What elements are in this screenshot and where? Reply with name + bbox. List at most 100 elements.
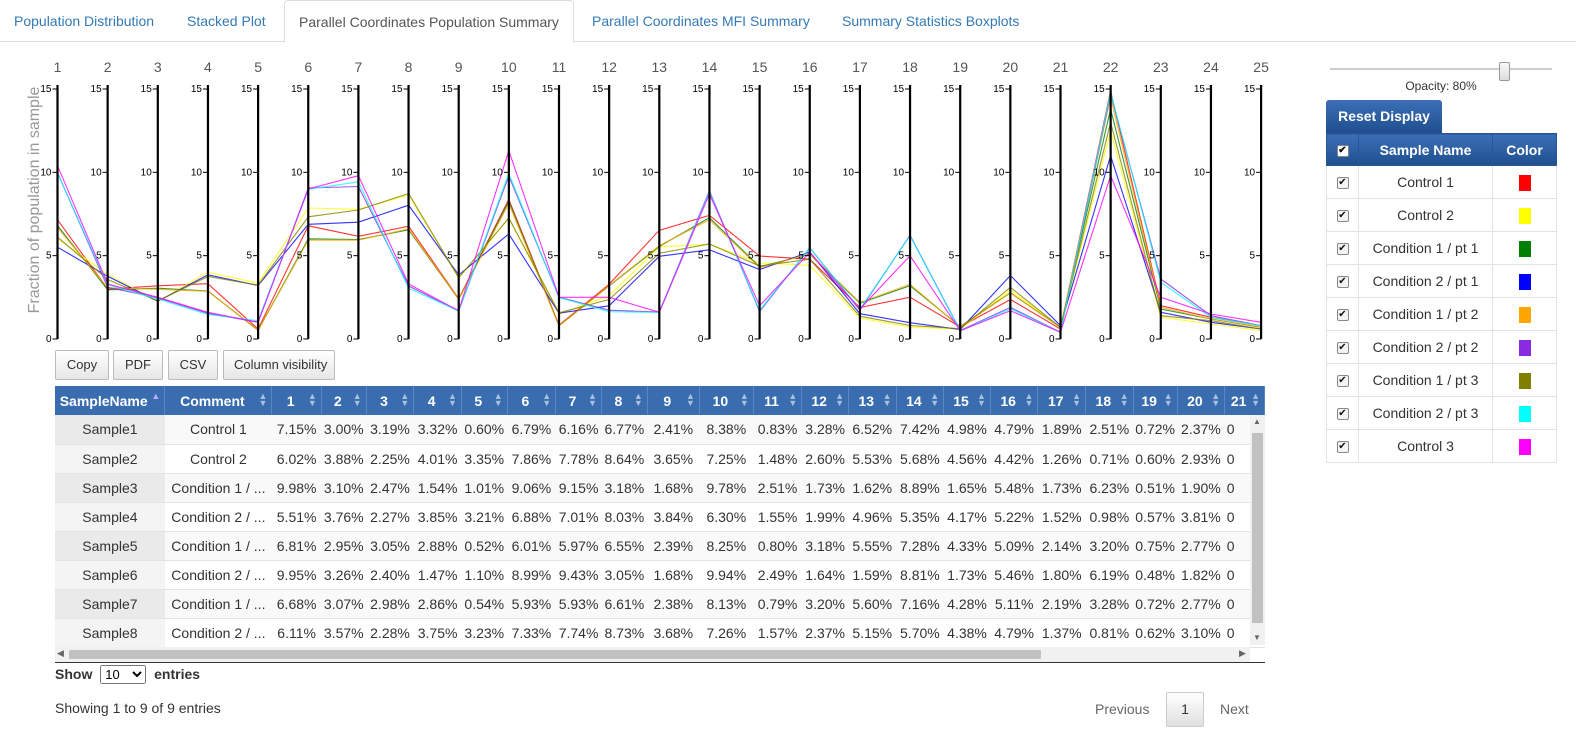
previous-page-button[interactable]: Previous [1082, 692, 1162, 726]
sort-icon[interactable]: ▲ ▼ [1025, 392, 1034, 408]
sort-icon[interactable]: ▲ ▼ [1211, 392, 1220, 408]
column-header-19[interactable]: 19 ▲ ▼ [1133, 386, 1178, 415]
axis-18[interactable]: 18 0 5 10 15 [893, 59, 918, 345]
column-header-21[interactable]: 21 ▲ ▼ [1224, 386, 1265, 415]
sort-icon[interactable]: ▲ ▼ [542, 392, 551, 408]
sample-visibility-checkbox[interactable]: ✔ [1336, 276, 1349, 289]
sort-icon[interactable]: ▲ ▼ [634, 392, 643, 408]
sort-icon[interactable]: ▲ ▼ [494, 392, 503, 408]
table-vertical-scrollbar[interactable]: ▲ ▼ [1250, 415, 1265, 645]
column-header-7[interactable]: 7 ▲ ▼ [555, 386, 602, 415]
page-length-select[interactable]: 10 [100, 665, 147, 684]
color-swatch[interactable] [1518, 240, 1531, 257]
color-swatch[interactable] [1518, 207, 1531, 224]
axis-7[interactable]: 7 0 5 10 15 [341, 59, 362, 345]
sort-icon[interactable]: ▲ ▼ [1251, 392, 1260, 408]
sort-icon[interactable]: ▲ ▼ [686, 392, 695, 408]
sample-visibility-checkbox[interactable]: ✔ [1336, 243, 1349, 256]
sort-icon[interactable]: ▲ ▼ [1164, 392, 1173, 408]
column-header-20[interactable]: 20 ▲ ▼ [1177, 386, 1226, 415]
next-page-button[interactable]: Next [1208, 692, 1261, 726]
column-header-8[interactable]: 8 ▲ ▼ [601, 386, 648, 415]
scroll-left-arrow-icon[interactable]: ◀ [57, 648, 64, 659]
axis-24[interactable]: 24 0 5 10 15 [1194, 59, 1219, 345]
sort-icon[interactable]: ▲ ▼ [930, 392, 939, 408]
axis-15[interactable]: 15 0 5 10 15 [742, 59, 767, 345]
column-header-12[interactable]: 12 ▲ ▼ [801, 386, 849, 415]
sort-icon[interactable]: ▲ ▼ [740, 392, 749, 408]
tab-parallel-coordinates-population-summary[interactable]: Parallel Coordinates Population Summary [284, 0, 574, 43]
color-swatch[interactable] [1518, 339, 1531, 356]
legend-row[interactable]: ✔ Control 1 [1326, 165, 1557, 199]
color-swatch[interactable] [1518, 372, 1531, 389]
axis-19[interactable]: 19 0 5 10 15 [943, 59, 968, 345]
sort-icon[interactable]: ▲ ▼ [977, 392, 986, 408]
table-horizontal-scrollbar[interactable]: ◀ ▶ [55, 647, 1250, 662]
sort-icon[interactable]: ▲ ▼ [1120, 392, 1129, 408]
sort-icon[interactable]: ▲ ▼ [400, 392, 409, 408]
color-swatch[interactable] [1518, 273, 1531, 290]
axis-6[interactable]: 6 0 5 10 15 [291, 59, 312, 345]
scroll-down-arrow-icon[interactable]: ▼ [1253, 633, 1261, 642]
column-header-comment[interactable]: Comment ▲ ▼ [164, 386, 273, 415]
csv-button[interactable]: CSV [168, 350, 218, 380]
axis-10[interactable]: 10 0 5 10 15 [492, 59, 517, 345]
color-swatch[interactable] [1518, 405, 1531, 422]
column-header-16[interactable]: 16 ▲ ▼ [990, 386, 1039, 415]
sort-icon[interactable]: ▲ ▼ [353, 392, 362, 408]
sort-icon[interactable]: ▲ [151, 392, 160, 407]
legend-row[interactable]: ✔ Condition 2 / pt 3 [1326, 396, 1557, 430]
sort-icon[interactable]: ▲ ▼ [448, 392, 457, 408]
sample-visibility-checkbox[interactable]: ✔ [1336, 408, 1349, 421]
column-header-samplename[interactable]: SampleName ▲ [55, 386, 166, 415]
sample-visibility-checkbox[interactable]: ✔ [1336, 210, 1349, 223]
table-row[interactable]: Sample1 Control 1 7.15% 3.00% 3.19% 3.32% 0.60… [55, 415, 1265, 445]
axis-2[interactable]: 2 0 5 10 15 [91, 59, 112, 345]
sample-visibility-checkbox[interactable]: ✔ [1336, 375, 1349, 388]
axis-21[interactable]: 21 0 5 10 15 [1043, 59, 1068, 345]
axis-3[interactable]: 3 0 5 10 15 [141, 59, 162, 345]
column-header-3[interactable]: 3 ▲ ▼ [366, 386, 415, 415]
table-row[interactable]: Sample6 Condition 2 / ... 9.95% 3.26% 2.40% 1… [55, 560, 1265, 590]
vertical-scroll-thumb[interactable] [1252, 433, 1263, 623]
column-header-18[interactable]: 18 ▲ ▼ [1085, 386, 1134, 415]
legend-row[interactable]: ✔ Condition 2 / pt 1 [1326, 264, 1557, 298]
axis-1[interactable]: 1051015 [40, 59, 61, 345]
table-row[interactable]: Sample5 Condition 1 / ... 6.81% 2.95% 3.05% 2… [55, 531, 1265, 561]
legend-row[interactable]: ✔ Condition 1 / pt 2 [1326, 297, 1557, 331]
tab-summary-statistics-boxplots[interactable]: Summary Statistics Boxplots [828, 0, 1033, 42]
column-header-17[interactable]: 17 ▲ ▼ [1037, 386, 1087, 415]
column-header-11[interactable]: 11 ▲ ▼ [753, 386, 803, 415]
tab-parallel-coordinates-mfi-summary[interactable]: Parallel Coordinates MFI Summary [578, 0, 824, 42]
sort-icon[interactable]: ▲ ▼ [308, 392, 317, 408]
column-header-2[interactable]: 2 ▲ ▼ [321, 386, 367, 415]
sample-visibility-checkbox[interactable]: ✔ [1336, 177, 1349, 190]
sort-icon[interactable]: ▲ ▼ [588, 392, 597, 408]
sort-icon[interactable]: ▲ ▼ [1072, 392, 1081, 408]
axis-16[interactable]: 16 0 5 10 15 [793, 59, 818, 345]
column-header-6[interactable]: 6 ▲ ▼ [507, 386, 557, 415]
select-all-checkbox[interactable]: ✔ [1336, 144, 1349, 157]
table-row[interactable]: Sample7 Condition 1 / ... 6.68% 3.07% 2.98% 2… [55, 589, 1265, 619]
reset-display-button[interactable]: Reset Display [1326, 100, 1442, 133]
column-visibility-button[interactable]: Column visibility [223, 350, 335, 380]
color-swatch[interactable] [1518, 438, 1531, 455]
sample-visibility-checkbox[interactable]: ✔ [1336, 342, 1349, 355]
axis-5[interactable]: 5 0 5 10 15 [241, 59, 262, 345]
copy-button[interactable]: Copy [55, 350, 109, 380]
scroll-right-arrow-icon[interactable]: ▶ [1239, 648, 1246, 659]
sample-visibility-checkbox[interactable]: ✔ [1336, 441, 1349, 454]
column-header-1[interactable]: 1 ▲ ▼ [271, 386, 322, 415]
scroll-up-arrow-icon[interactable]: ▲ [1253, 417, 1261, 426]
axis-9[interactable]: 9 0 5 10 15 [442, 59, 463, 345]
legend-row[interactable]: ✔ Control 3 [1326, 429, 1557, 463]
column-header-10[interactable]: 10 ▲ ▼ [699, 386, 754, 415]
pdf-button[interactable]: PDF [113, 350, 163, 380]
tab-population-distribution[interactable]: Population Distribution [0, 0, 168, 42]
legend-row[interactable]: ✔ Control 2 [1326, 198, 1557, 232]
axis-4[interactable]: 4 0 5 10 15 [191, 59, 212, 345]
select-all-checkbox-header[interactable]: ✔ [1326, 133, 1359, 166]
column-header-15[interactable]: 15 ▲ ▼ [943, 386, 991, 415]
legend-row[interactable]: ✔ Condition 1 / pt 1 [1326, 231, 1557, 265]
column-header-9[interactable]: 9 ▲ ▼ [647, 386, 700, 415]
